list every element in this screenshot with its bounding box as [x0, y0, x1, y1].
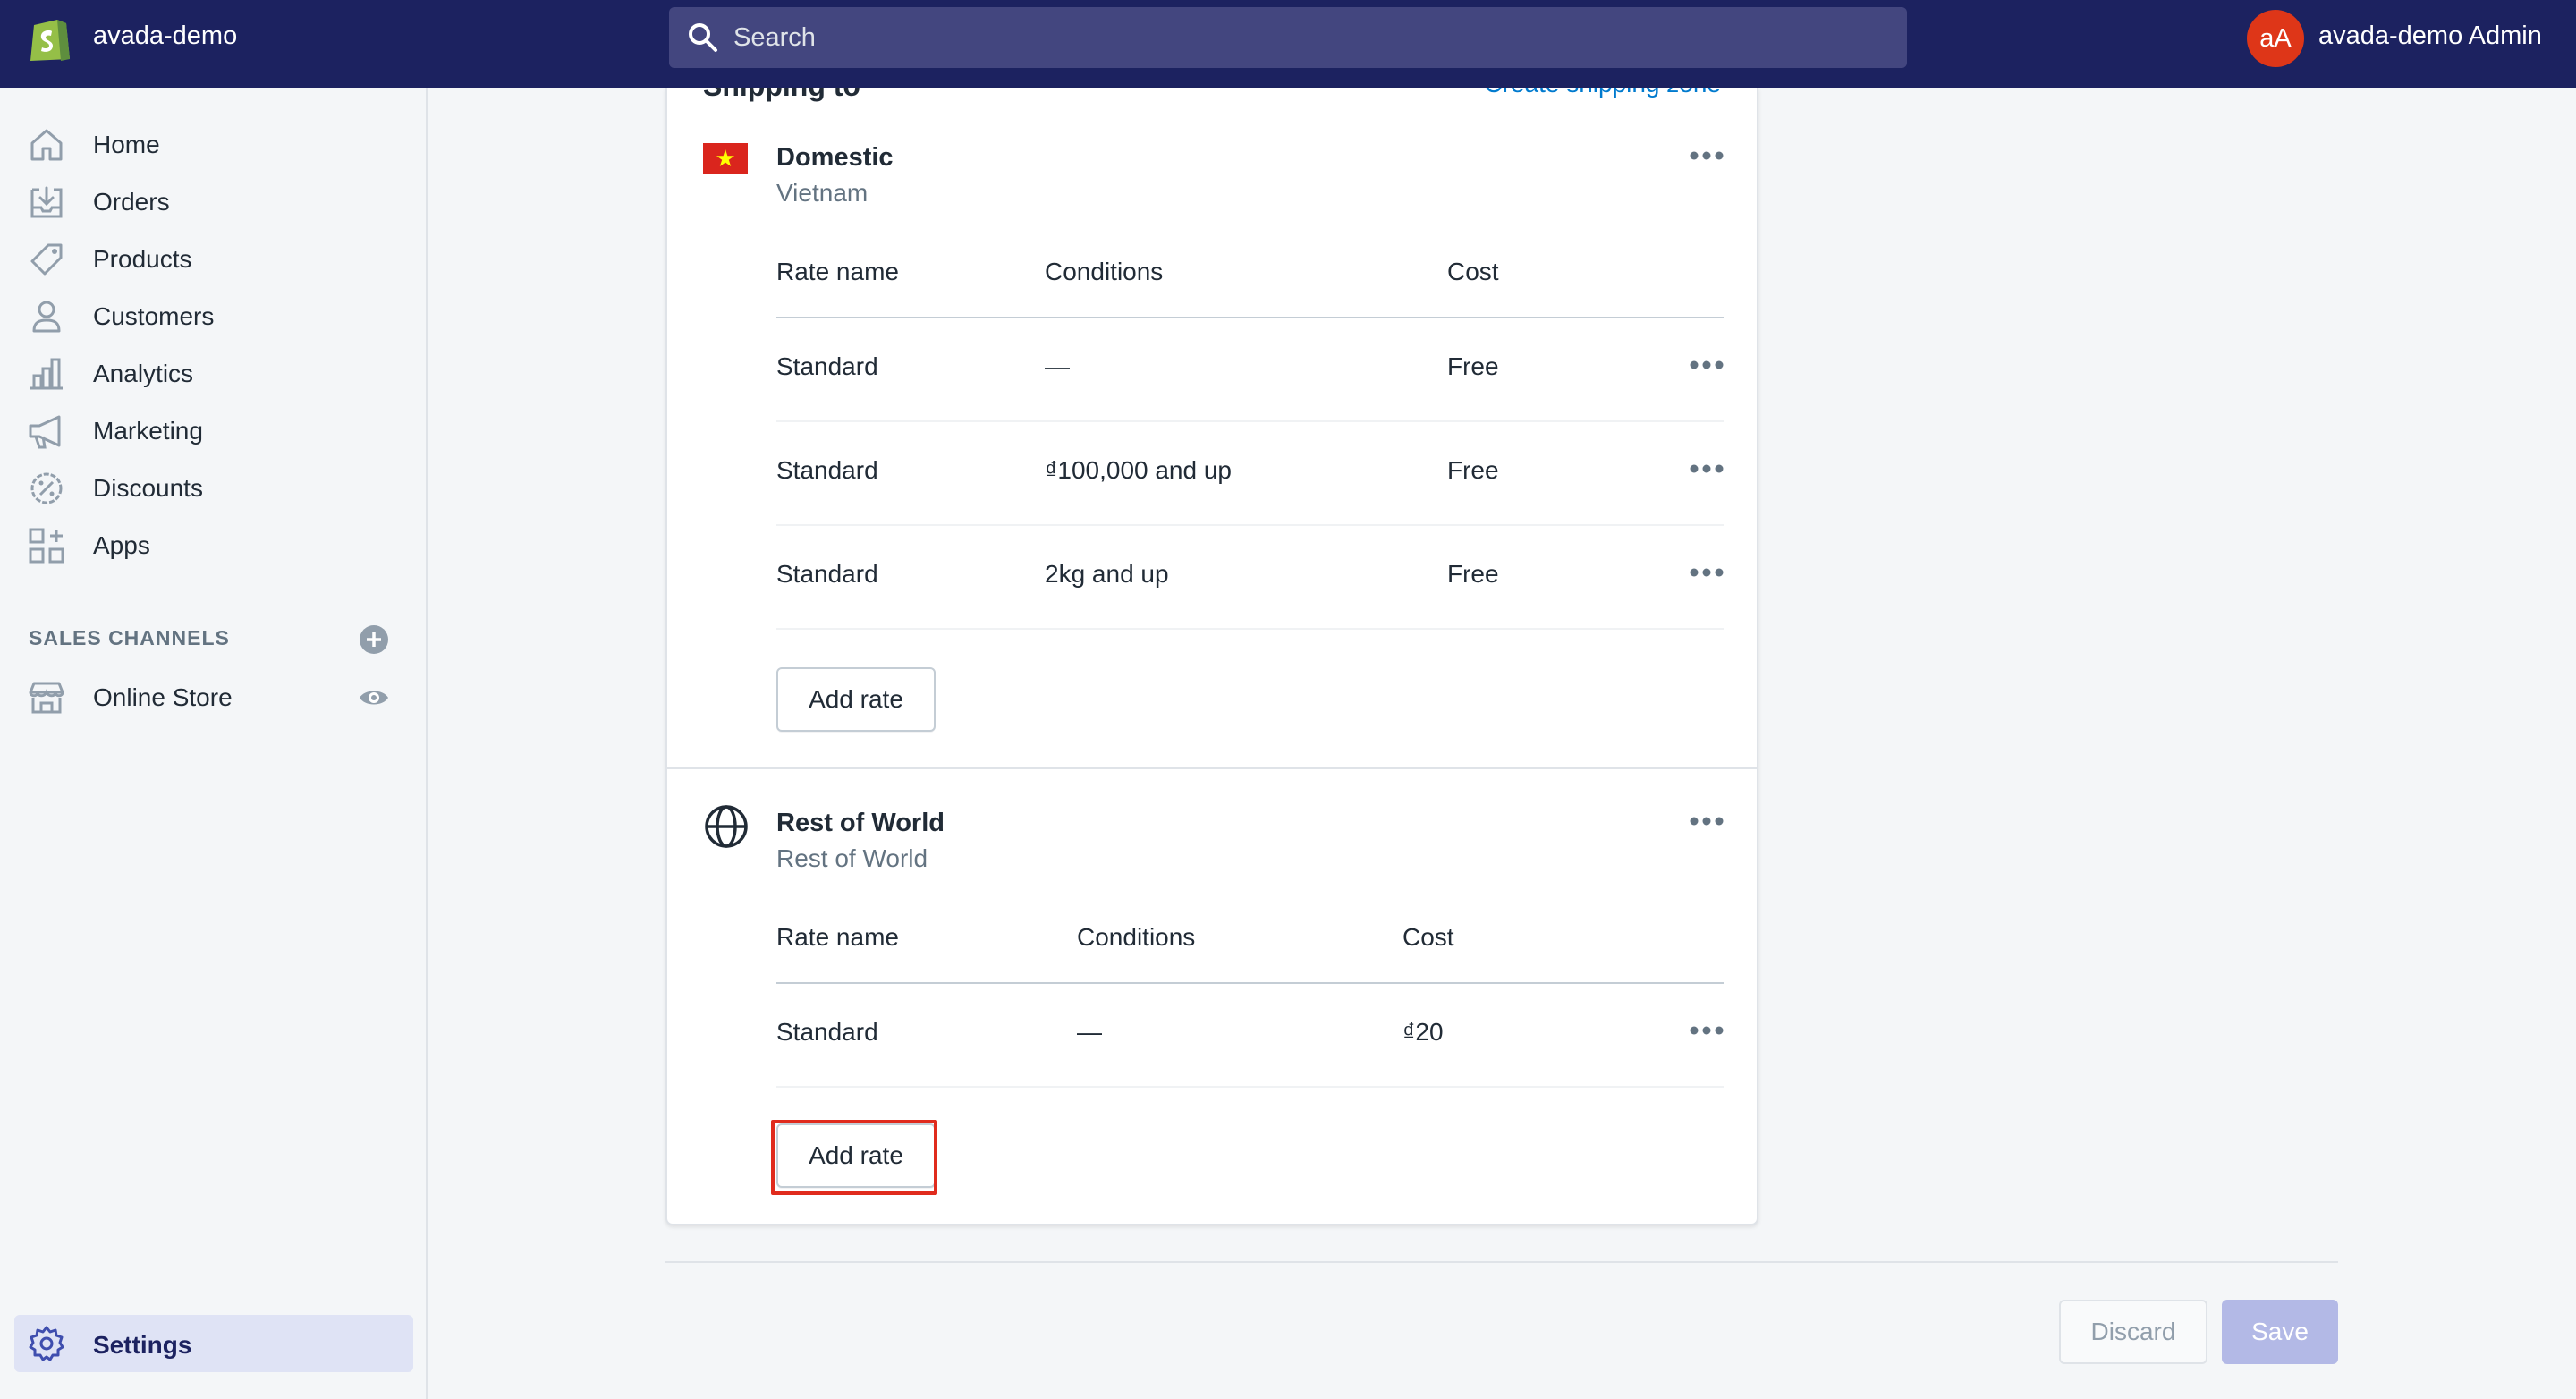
home-icon: [30, 129, 63, 161]
rate-condition-cell: ₫100,000 and up: [1045, 456, 1233, 484]
more-actions-icon[interactable]: [1687, 1023, 1726, 1038]
sidebar: Home Orders Products Customers Analytics: [0, 88, 428, 1399]
search-icon: [689, 23, 717, 52]
add-rate-button-rest-of-world[interactable]: Add rate: [776, 1123, 936, 1188]
sidebar-item-label: Orders: [93, 188, 170, 216]
sidebar-item-home[interactable]: Home: [0, 118, 428, 168]
row-divider: [776, 628, 1724, 630]
card-heading: Shipping to: [703, 88, 860, 103]
column-header-cost: Cost: [1402, 923, 1454, 951]
sidebar-item-apps[interactable]: Apps: [0, 519, 428, 569]
zone-subtitle: Vietnam: [776, 179, 869, 207]
zone-subtitle: Rest of World: [776, 844, 928, 872]
sidebar-item-label: Marketing: [93, 417, 203, 445]
search-bar[interactable]: Search: [669, 7, 1907, 68]
add-rate-button-domestic[interactable]: Add rate: [776, 667, 936, 732]
rate-name-cell: Standard: [776, 1018, 878, 1046]
bar-chart-icon: [30, 358, 63, 390]
more-actions-icon[interactable]: [1687, 814, 1726, 828]
shop-name[interactable]: avada-demo: [93, 21, 237, 51]
vietnam-flag-icon: [703, 143, 748, 174]
discount-icon: [30, 472, 63, 504]
column-header-cost: Cost: [1447, 258, 1499, 285]
rate-name-cell: Standard: [776, 352, 878, 380]
rate-cost-cell: Free: [1447, 456, 1499, 484]
row-divider: [776, 524, 1724, 526]
admin-name[interactable]: avada-demo Admin: [2318, 21, 2542, 51]
orders-icon: [30, 186, 63, 218]
sidebar-item-orders[interactable]: Orders: [0, 175, 428, 225]
footer-divider: [665, 1261, 2338, 1263]
store-icon: [29, 682, 64, 714]
person-icon: [32, 301, 61, 333]
gear-icon: [29, 1326, 64, 1361]
rate-name-cell: Standard: [776, 560, 878, 588]
create-shipping-zone-link[interactable]: Create shipping zone: [1484, 88, 1721, 98]
sidebar-item-label: Apps: [93, 531, 150, 559]
sales-channels-heading: SALES CHANNELS: [29, 626, 230, 649]
discard-button[interactable]: Discard: [2059, 1300, 2207, 1364]
zone-title: Rest of World: [776, 809, 945, 837]
sidebar-item-discounts[interactable]: Discounts: [0, 462, 428, 512]
avatar[interactable]: aA: [2247, 10, 2304, 67]
more-actions-icon[interactable]: [1687, 148, 1726, 163]
rate-cost-cell: Free: [1447, 560, 1499, 588]
column-header-conditions: Conditions: [1045, 258, 1164, 285]
shipping-card: Shipping to Create shipping zone Domesti…: [665, 88, 1758, 1225]
more-actions-icon[interactable]: [1687, 462, 1726, 476]
header-divider: [776, 317, 1724, 318]
row-divider: [776, 1086, 1724, 1088]
megaphone-icon: [29, 415, 61, 449]
sidebar-item-settings[interactable]: Settings: [14, 1315, 413, 1372]
sidebar-item-customers[interactable]: Customers: [0, 290, 428, 340]
view-store-eye-icon[interactable]: [358, 682, 390, 714]
top-bar: avada-demo Search aA avada-demo Admin: [0, 0, 2576, 88]
apps-icon: [29, 528, 64, 564]
add-sales-channel-icon[interactable]: [358, 623, 390, 656]
more-actions-icon[interactable]: [1687, 565, 1726, 580]
sidebar-item-marketing[interactable]: Marketing: [0, 404, 428, 454]
sidebar-item-analytics[interactable]: Analytics: [0, 347, 428, 397]
rate-cost-cell: ₫20: [1402, 1018, 1444, 1046]
sidebar-item-label: Home: [93, 131, 160, 158]
rate-condition-cell: 2kg and up: [1045, 560, 1169, 588]
sidebar-item-label: Analytics: [93, 360, 194, 387]
search-input[interactable]: Search: [733, 23, 816, 53]
tag-icon: [30, 243, 63, 276]
sidebar-item-label: Products: [93, 245, 192, 273]
globe-icon: [705, 805, 748, 848]
sidebar-item-products[interactable]: Products: [0, 233, 428, 283]
sidebar-item-label: Discounts: [93, 474, 203, 502]
column-header-rate-name: Rate name: [776, 923, 899, 951]
rate-name-cell: Standard: [776, 456, 878, 484]
zone-title: Domestic: [776, 143, 894, 172]
shopify-logo-icon[interactable]: [27, 13, 73, 63]
column-header-conditions: Conditions: [1077, 923, 1196, 951]
header-divider: [776, 982, 1724, 984]
sidebar-item-label: Customers: [93, 302, 215, 330]
zone-divider: [667, 767, 1757, 769]
row-divider: [776, 420, 1724, 422]
sidebar-item-label: Online Store: [93, 683, 233, 711]
column-header-rate-name: Rate name: [776, 258, 899, 285]
rate-condition-cell: —: [1045, 352, 1070, 380]
save-button[interactable]: Save: [2222, 1300, 2338, 1364]
rate-cost-cell: Free: [1447, 352, 1499, 380]
rate-condition-cell: —: [1077, 1018, 1102, 1046]
sidebar-item-label: Settings: [93, 1331, 192, 1359]
card-header-clip: Shipping to Create shipping zone: [667, 88, 1757, 114]
more-actions-icon[interactable]: [1687, 358, 1726, 372]
